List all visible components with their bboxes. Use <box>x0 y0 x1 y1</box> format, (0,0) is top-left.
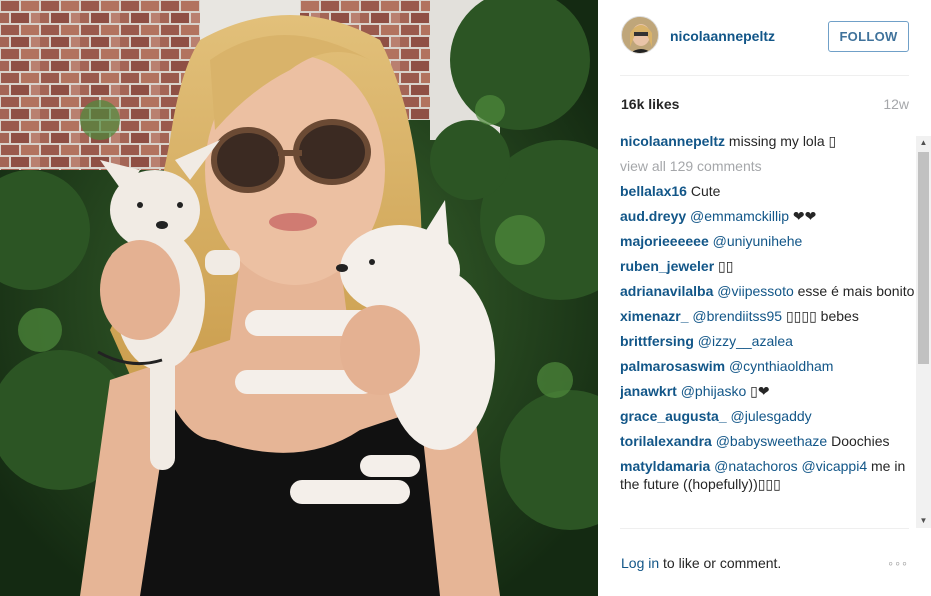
comment-mention[interactable]: @izzy__azalea <box>694 333 793 349</box>
caption-username[interactable]: nicolaannepeltz <box>620 133 725 149</box>
post-footer: Log in to like or comment. ◦◦◦ <box>620 528 909 596</box>
comment-container: bellalax16 Cute aud.dreyy @emmamckillip ❤… <box>620 182 915 493</box>
comment-item: bellalax16 Cute <box>620 182 915 200</box>
comment-mention[interactable]: @brendiitss95 <box>688 308 782 324</box>
comment-mention[interactable]: @uniyunihehe <box>709 233 803 249</box>
comment-username[interactable]: matyldamaria <box>620 458 710 474</box>
comment-item: palmarosaswim @cynthiaoldham <box>620 357 915 375</box>
comment-item: ruben_jeweler ▯▯ <box>620 257 915 275</box>
arrow-down-icon[interactable]: ▼ <box>916 514 931 528</box>
comment-mention[interactable]: @julesgaddy <box>727 408 811 424</box>
comment-mention[interactable]: @babysweethaze <box>712 433 828 449</box>
follow-button[interactable]: FOLLOW <box>828 21 909 52</box>
comment-item: ximenazr_ @brendiitss95 ▯▯▯▯ bebes <box>620 307 915 325</box>
login-prompt-text: to like or comment. <box>659 555 782 571</box>
comment-username[interactable]: janawkrt <box>620 383 677 399</box>
comment-item: janawkrt @phijasko ▯❤ <box>620 382 915 400</box>
comment-item: adrianavilalba @viipessoto esse é mais b… <box>620 282 915 300</box>
comment-username[interactable]: grace_augusta_ <box>620 408 727 424</box>
post-photo[interactable] <box>0 0 598 596</box>
caption-text: missing my lola ▯ <box>725 133 837 149</box>
comment-mention[interactable]: @phijasko <box>677 383 747 399</box>
more-options-icon[interactable]: ◦◦◦ <box>888 555 909 571</box>
comment-username[interactable]: adrianavilalba <box>620 283 713 299</box>
comment-username[interactable]: majorieeeeee <box>620 233 709 249</box>
avatar[interactable] <box>621 16 659 54</box>
view-all-comments-link[interactable]: view all 129 comments <box>620 157 915 175</box>
comments-list[interactable]: nicolaannepeltz missing my lola ▯ view a… <box>620 132 915 528</box>
comment-text: Doochies <box>827 433 890 449</box>
comment-text: ▯❤ <box>746 383 770 399</box>
caption: nicolaannepeltz missing my lola ▯ <box>620 132 915 150</box>
comment-text: Cute <box>686 183 721 199</box>
comment-mention[interactable]: @viipessoto <box>713 283 793 299</box>
arrow-up-icon[interactable]: ▲ <box>916 136 931 150</box>
comment-item: brittfersing @izzy__azalea <box>620 332 915 350</box>
comment-item: matyldamaria @natachoros @vicappi4 me in… <box>620 457 915 493</box>
username-link[interactable]: nicolaannepeltz <box>670 28 775 44</box>
comment-mention[interactable]: @emmamckillip <box>686 208 789 224</box>
comment-username[interactable]: ruben_jeweler <box>620 258 714 274</box>
comment-mention[interactable]: @natachoros @vicappi4 <box>710 458 867 474</box>
comment-username[interactable]: ximenazr_ <box>620 308 688 324</box>
comment-item: aud.dreyy @emmamckillip ❤❤ <box>620 207 915 225</box>
post-time[interactable]: 12w <box>883 96 909 112</box>
comment-text: ❤❤ <box>789 208 817 224</box>
comment-text: esse é mais bonito <box>793 283 915 299</box>
comment-username[interactable]: bellalax16 <box>620 183 687 199</box>
login-link[interactable]: Log in <box>621 555 659 571</box>
comment-username[interactable]: torilalexandra <box>620 433 712 449</box>
comment-item: torilalexandra @babysweethaze Doochies <box>620 432 915 450</box>
comment-item: grace_augusta_ @julesgaddy <box>620 407 915 425</box>
post-details-panel: nicolaannepeltz FOLLOW 16k likes 12w nic… <box>598 0 931 596</box>
post-header: nicolaannepeltz FOLLOW <box>620 14 909 76</box>
comment-username[interactable]: palmarosaswim <box>620 358 725 374</box>
comment-item: majorieeeeee @uniyunihehe <box>620 232 915 250</box>
comment-username[interactable]: brittfersing <box>620 333 694 349</box>
comment-text: ▯▯ <box>714 258 734 274</box>
comment-text: ▯▯▯▯ bebes <box>782 308 859 324</box>
comments-scrollbar[interactable]: ▲ ▼ <box>916 136 931 528</box>
login-prompt: Log in to like or comment. <box>621 555 781 571</box>
likes-count[interactable]: 16k likes <box>621 96 679 112</box>
comment-username[interactable]: aud.dreyy <box>620 208 686 224</box>
comment-mention[interactable]: @cynthiaoldham <box>725 358 834 374</box>
likes-row: 16k likes 12w <box>620 96 909 114</box>
scrollbar-thumb[interactable] <box>918 152 929 364</box>
